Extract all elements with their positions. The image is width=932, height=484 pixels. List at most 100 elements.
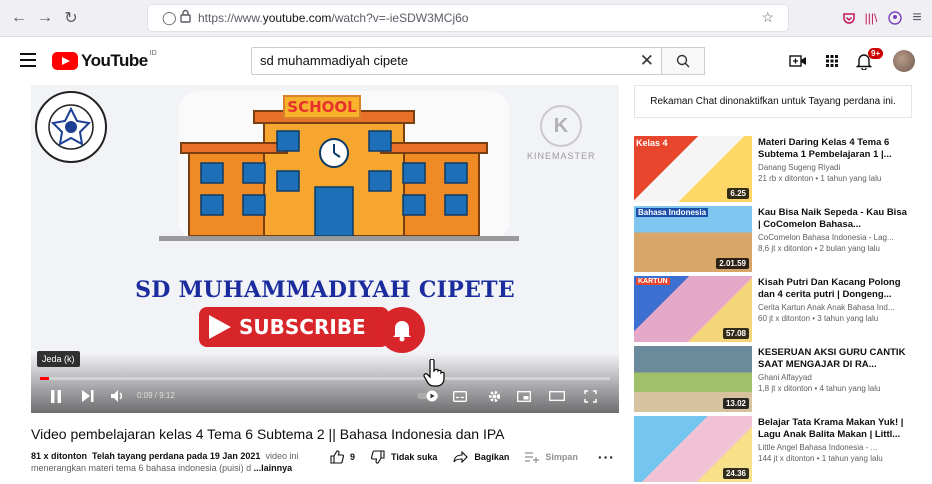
video-player[interactable]: SCHOOL K KINEMASTER SD MUHAMMADIYAH CIPE… (31, 85, 619, 413)
video-title: Video pembelajaran kelas 4 Tema 6 Subtem… (31, 426, 505, 442)
video-stats: 60 jt x ditonton • 3 tahun yang lalu (758, 314, 879, 323)
like-button[interactable]: 9 (330, 450, 355, 464)
video-stats: 1,8 jt x ditonton • 4 tahun yang lalu (758, 384, 881, 393)
fullscreen-icon[interactable] (581, 387, 599, 405)
region-code: ID (149, 49, 157, 57)
bell-graphic-icon (379, 307, 425, 353)
recommendation-item[interactable]: 13.02 KESERUAN AKSI GURU CANTIK SAAT MEN… (634, 346, 914, 414)
video-thumbnail[interactable]: 13.02 (634, 346, 752, 412)
back-arrow-icon[interactable]: ← (8, 7, 30, 29)
theater-mode-icon[interactable] (547, 387, 567, 405)
video-meta: 81 x ditonton Telah tayang perdana pada … (31, 451, 298, 461)
school-logo-seal (33, 89, 109, 165)
channel-name[interactable]: CoComelon Bahasa Indonesia - Lag... (758, 233, 894, 242)
thumbs-up-icon (330, 450, 344, 464)
pocket-icon[interactable] (838, 7, 860, 29)
time-display: 0:09 / 9:12 (137, 391, 175, 400)
video-thumbnail[interactable]: 24.36 (634, 416, 752, 482)
channel-name[interactable]: Danang Sugeng Riyadi (758, 163, 840, 172)
next-video-icon[interactable] (79, 387, 97, 405)
youtube-play-icon (52, 52, 78, 70)
kinemaster-watermark: KINEMASTER (527, 151, 596, 161)
description-start: video ini (265, 451, 299, 461)
url-text: https://www.youtube.com/watch?v=-ieSDW3M… (198, 11, 469, 25)
shield-icon[interactable]: ◯ (162, 10, 177, 26)
thumbnail-text: Bahasa Indonesia (636, 208, 709, 217)
search-input[interactable] (260, 53, 620, 68)
apps-grid-icon[interactable] (822, 51, 842, 71)
view-count: 81 x ditonton (31, 451, 87, 461)
bookmark-star-icon[interactable]: ☆ (761, 9, 774, 26)
subscribe-graphic: SUBSCRIBE (199, 307, 389, 347)
youtube-logo[interactable]: YouTube ID (52, 49, 157, 71)
thumbnail-text: Kelas 4 (636, 138, 668, 148)
progress-bar[interactable] (40, 377, 610, 380)
hand-cursor-icon (423, 358, 445, 392)
video-stats: 21 rb x ditonton • 1 tahun yang lalu (758, 174, 882, 183)
search-button[interactable] (661, 47, 705, 75)
recommendation-title[interactable]: KESERUAN AKSI GURU CANTIK SAAT MENGAJAR … (758, 347, 908, 371)
channel-name[interactable]: Ghani Alfayyad (758, 373, 812, 382)
add-to-playlist-icon (525, 452, 540, 463)
share-arrow-icon (453, 451, 469, 463)
video-duration: 6.25 (727, 188, 749, 199)
like-count: 9 (350, 452, 356, 462)
save-button[interactable]: Simpan (525, 451, 578, 463)
recommendation-title[interactable]: Belajar Tata Krama Makan Yuk! | Lagu Ana… (758, 417, 908, 441)
search-box[interactable]: ✕ (251, 47, 663, 75)
video-duration: 13.02 (722, 398, 749, 409)
create-video-icon[interactable] (788, 51, 808, 71)
play-triangle-icon (209, 315, 231, 339)
live-chat-disabled: Rekaman Chat dinonaktifkan untuk Tayang … (634, 85, 912, 118)
dislike-button[interactable]: Tidak suka (371, 450, 437, 464)
recommendation-title[interactable]: Kau Bisa Naik Sepeda - Kau Bisa | CoCome… (758, 207, 908, 231)
miniplayer-icon[interactable] (515, 387, 533, 405)
video-thumbnail[interactable]: Bahasa Indonesia 2.01.59 (634, 206, 752, 272)
description-line: menerangkan materi tema 6 bahasa indones… (31, 463, 252, 473)
video-thumbnail[interactable]: Kelas 4 6.25 (634, 136, 752, 202)
premiere-date: Telah tayang perdana pada 19 Jan 2021 (92, 451, 261, 461)
recommendation-item[interactable]: Bahasa Indonesia 2.01.59 Kau Bisa Naik S… (634, 206, 914, 274)
browser-toolbar: ← → ↻ ◯ https://www.youtube.com/watch?v=… (0, 0, 932, 37)
recommendation-item[interactable]: 24.36 Belajar Tata Krama Makan Yuk! | La… (634, 416, 914, 484)
dislike-label: Tidak suka (391, 452, 438, 462)
save-label: Simpan (545, 452, 578, 462)
show-more-link[interactable]: ...lainnya (254, 463, 293, 473)
avatar[interactable] (893, 50, 915, 72)
forward-arrow-icon[interactable]: → (34, 7, 56, 29)
video-actions: 9 Tidak suka Bagikan Simpan ··· (330, 449, 615, 465)
recommendation-title[interactable]: Kisah Putri Dan Kacang Polong dan 4 ceri… (758, 277, 908, 301)
pause-icon[interactable] (47, 387, 65, 405)
video-duration: 2.01.59 (716, 258, 749, 269)
channel-name[interactable]: Cerita Kartun Anak Anak Bahasa Ind... (758, 303, 895, 312)
video-stats: 144 jt x ditonton • 1 tahun yang lalu (758, 454, 883, 463)
lock-icon[interactable] (180, 9, 191, 28)
logo-text: YouTube (81, 51, 148, 70)
recommendation-item[interactable]: Kelas 4 6.25 Materi Daring Kelas 4 Tema … (634, 136, 914, 204)
video-headline: SD MUHAMMADIYAH CIPETE (135, 277, 515, 303)
notification-badge: 9+ (868, 48, 884, 59)
channel-name[interactable]: Little Angel Bahasa Indonesia - ... (758, 443, 877, 452)
search-icon (676, 54, 690, 68)
recommendation-title[interactable]: Materi Daring Kelas 4 Tema 6 Subtema 1 P… (758, 137, 908, 161)
library-icon[interactable]: |||\ (860, 7, 882, 29)
video-thumbnail[interactable]: KARTUN 57.08 (634, 276, 752, 342)
share-button[interactable]: Bagikan (453, 451, 509, 463)
address-bar[interactable]: ◯ https://www.youtube.com/watch?v=-ieSDW… (148, 5, 788, 31)
subscribe-graphic-label: SUBSCRIBE (239, 315, 366, 339)
recommendation-item[interactable]: KARTUN 57.08 Kisah Putri Dan Kacang Polo… (634, 276, 914, 344)
progress-fill (40, 377, 50, 380)
chat-disabled-text: Rekaman Chat dinonaktifkan untuk Tayang … (650, 96, 896, 107)
hamburger-menu-icon[interactable] (20, 53, 36, 67)
app-menu-icon[interactable]: ≡ (906, 7, 928, 29)
account-icon[interactable] (884, 7, 906, 29)
subtitles-icon[interactable] (451, 387, 469, 405)
reload-icon[interactable]: ↻ (60, 7, 82, 29)
volume-icon[interactable] (109, 387, 127, 405)
video-duration: 57.08 (722, 328, 749, 339)
description-snippet: menerangkan materi tema 6 bahasa indones… (31, 463, 292, 473)
settings-gear-icon[interactable] (485, 387, 503, 405)
clear-search-icon[interactable]: ✕ (640, 51, 654, 71)
more-actions-icon[interactable]: ··· (598, 449, 615, 465)
thumbnail-text: KARTUN (636, 278, 670, 285)
